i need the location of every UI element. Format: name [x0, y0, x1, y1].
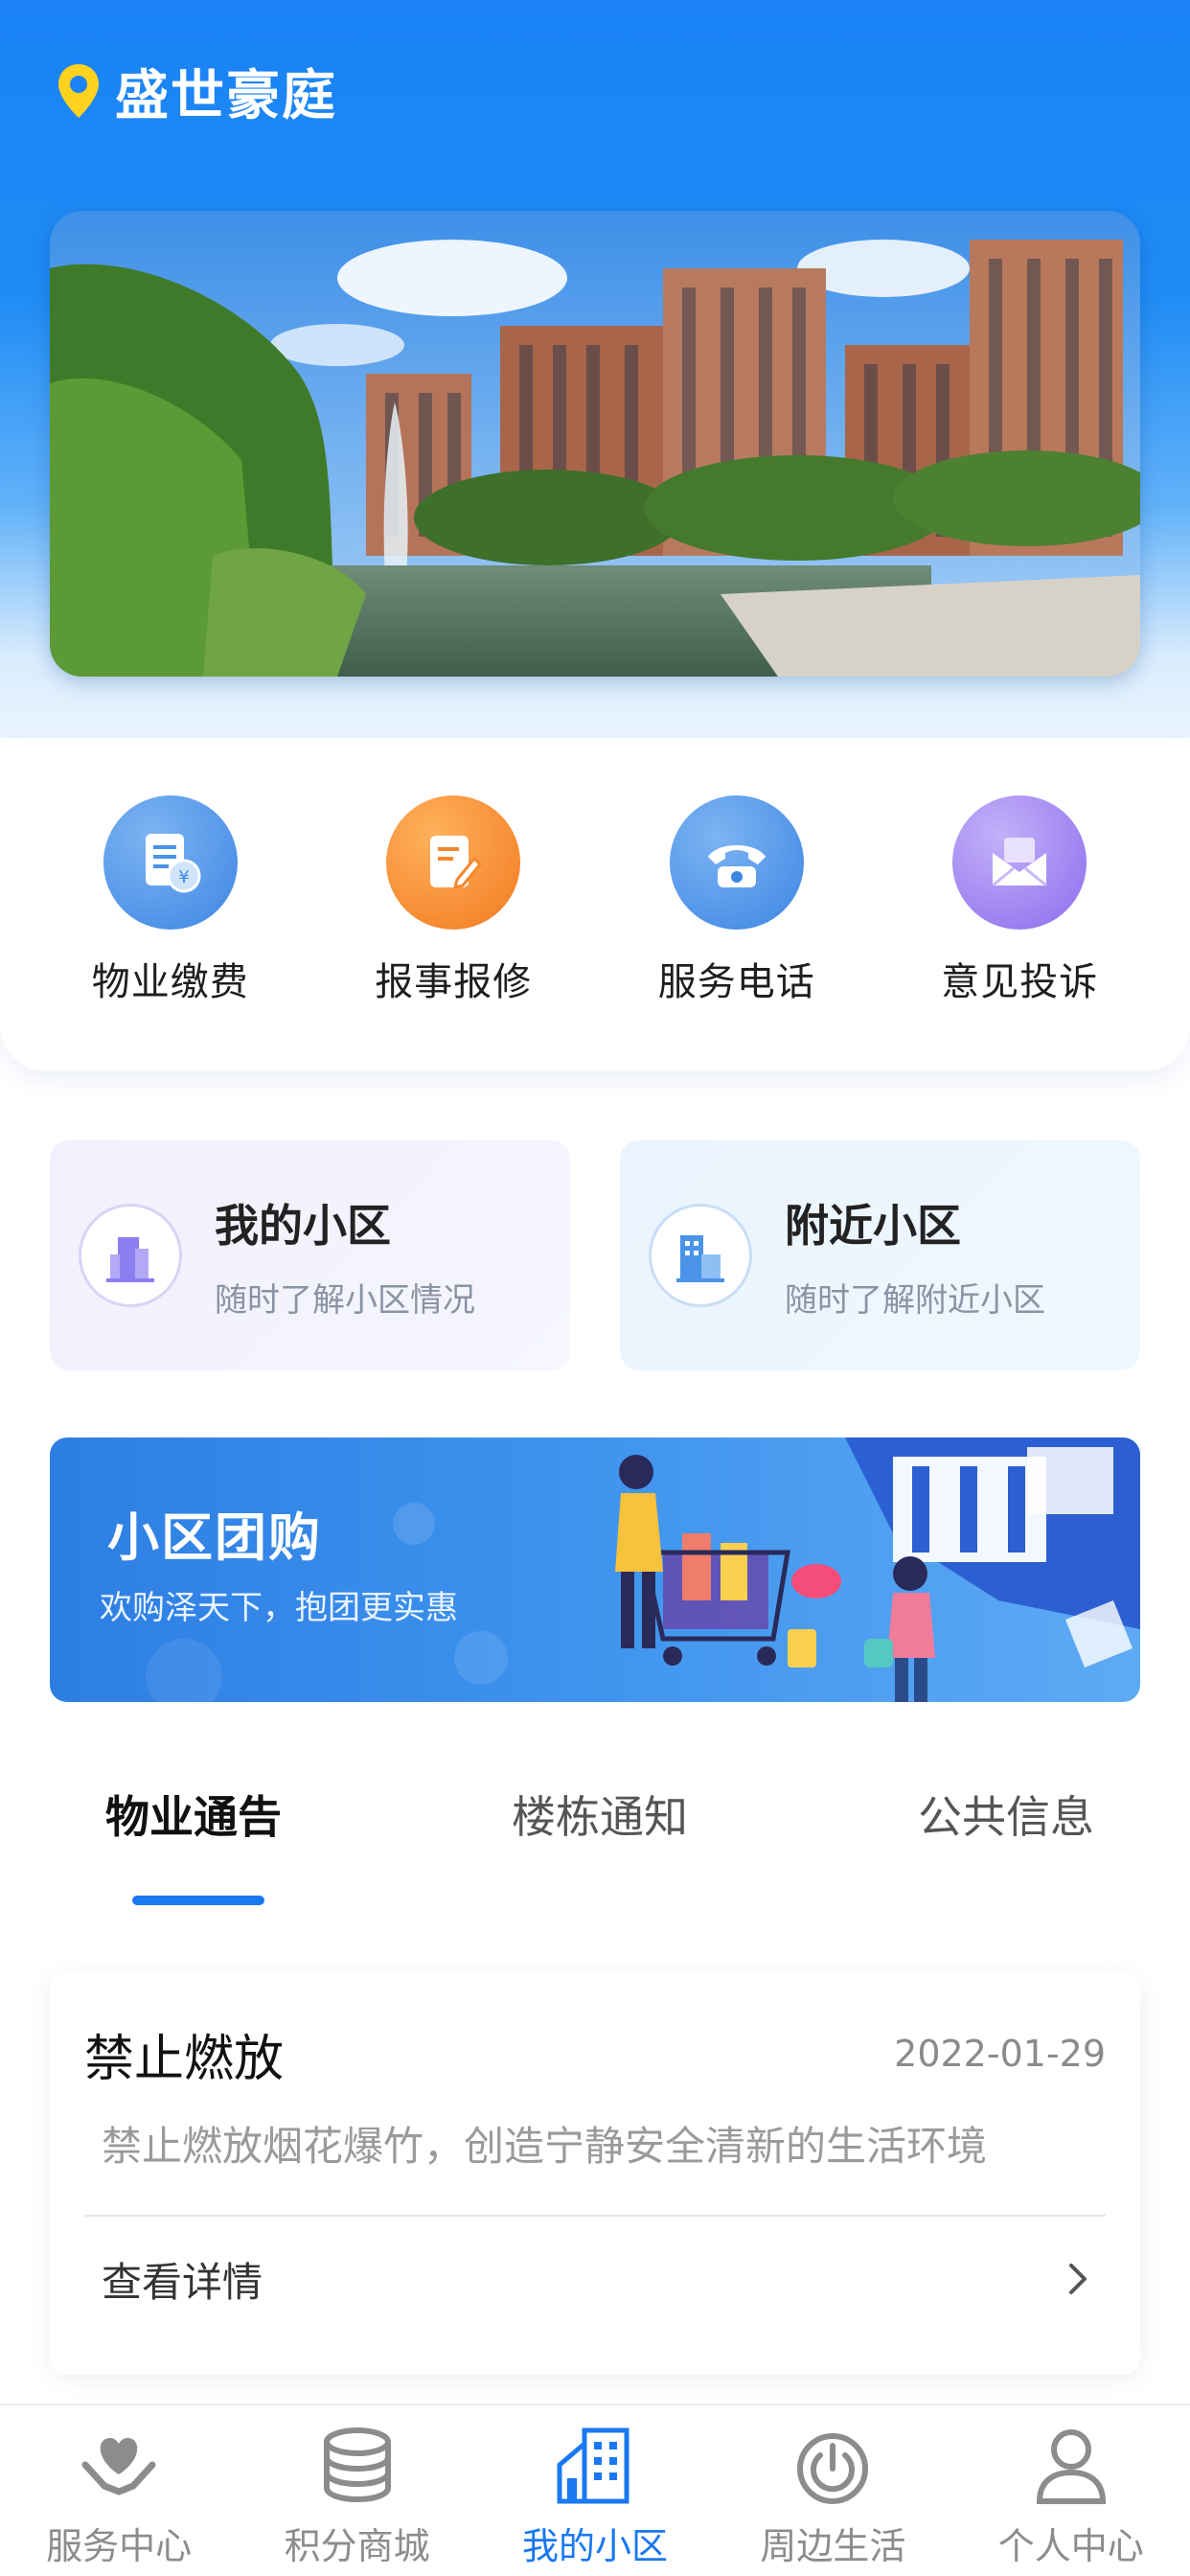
group-buy-subtitle: 欢购泽天下，抱团更实惠 — [100, 1589, 458, 1627]
tabbar-my-community[interactable]: 我的小区 — [476, 2405, 714, 2576]
tabbar-label: 我的小区 — [521, 2525, 668, 2567]
bill-payment-icon: ¥ — [103, 795, 238, 930]
tab-public-info[interactable]: 公共信息 — [918, 1782, 1094, 1888]
tab-label: 物业通告 — [105, 1791, 282, 1843]
quick-action-service-phone[interactable]: 服务电话 — [617, 795, 857, 1071]
heart-hands-icon — [76, 2423, 162, 2509]
card-title: 附近小区 — [785, 1199, 961, 1252]
quick-action-bill-payment[interactable]: ¥ 物业缴费 — [51, 795, 290, 1071]
telephone-icon — [669, 795, 804, 930]
tab-label: 公共信息 — [918, 1791, 1094, 1843]
card-subtitle: 随时了解小区情况 — [215, 1280, 475, 1320]
tabbar-service-center[interactable]: 服务中心 — [0, 2405, 238, 2576]
person-icon — [1028, 2423, 1114, 2509]
tabbar-label: 积分商城 — [284, 2525, 430, 2567]
tab-building-notice[interactable]: 楼栋通知 — [512, 1782, 688, 1888]
view-details-label: 查看详情 — [102, 2258, 263, 2306]
community-photo-banner[interactable] — [50, 211, 1140, 677]
community-photo — [50, 211, 1140, 677]
group-buy-banner[interactable]: 小区团购 欢购泽天下，抱团更实惠 — [50, 1438, 1140, 1702]
power-radar-icon — [790, 2423, 876, 2509]
tab-property-notice[interactable]: 物业通告 — [105, 1782, 282, 1905]
location-pin-icon — [58, 64, 99, 118]
tabbar-personal-center[interactable]: 个人中心 — [952, 2405, 1190, 2576]
quick-action-label: 服务电话 — [657, 960, 815, 1004]
tabbar-points-mall[interactable]: 积分商城 — [239, 2405, 476, 2576]
building-icon — [79, 1204, 182, 1307]
community-name: 盛世豪庭 — [115, 64, 337, 127]
group-buy-title: 小区团购 — [107, 1507, 322, 1568]
community-cards: 我的小区 随时了解小区情况 附近小区 随时了解附近小区 — [50, 1140, 1140, 1370]
house-icon — [552, 2423, 638, 2509]
tabbar-label: 周边生活 — [760, 2525, 906, 2567]
tabbar-nearby-life[interactable]: 周边生活 — [714, 2405, 951, 2576]
notice-date: 2022-01-29 — [894, 2033, 1106, 2075]
notice-header: 禁止燃放 2022-01-29 — [84, 1972, 1106, 2126]
notice-title: 禁止燃放 — [84, 2030, 285, 2088]
coins-stack-icon — [314, 2423, 400, 2509]
quick-action-label: 报事报修 — [375, 960, 533, 1004]
notice-body: 禁止燃放烟花爆竹，创造宁静安全清新的生活环境 — [102, 2123, 988, 2170]
card-subtitle: 随时了解附近小区 — [785, 1280, 1045, 1320]
tabbar-label: 服务中心 — [46, 2525, 193, 2567]
nearby-community-card[interactable]: 附近小区 随时了解附近小区 — [620, 1140, 1140, 1370]
envelope-icon — [952, 795, 1087, 930]
bottom-tab-bar: 服务中心 积分商城 我的小区 周边生活 个人中心 — [0, 2404, 1190, 2576]
repair-report-icon — [386, 795, 521, 930]
notice-card[interactable]: 禁止燃放 2022-01-29 禁止燃放烟花爆竹，创造宁静安全清新的生活环境 查… — [50, 1972, 1140, 2375]
notice-tabs: 物业通告 楼栋通知 公共信息 — [0, 1782, 1190, 1917]
location-header[interactable]: 盛世豪庭 — [56, 58, 337, 127]
card-title: 我的小区 — [215, 1199, 391, 1252]
quick-action-complaint[interactable]: 意见投诉 — [900, 795, 1139, 1071]
my-community-card[interactable]: 我的小区 随时了解小区情况 — [50, 1140, 570, 1370]
quick-action-label: 物业缴费 — [91, 960, 249, 1004]
tab-label: 楼栋通知 — [512, 1791, 688, 1843]
nearby-building-icon — [649, 1204, 752, 1307]
chevron-right-icon — [1069, 2264, 1087, 2294]
svg-text:¥: ¥ — [178, 867, 189, 887]
view-details-link[interactable]: 查看详情 — [84, 2217, 1106, 2341]
tabbar-label: 个人中心 — [997, 2525, 1144, 2567]
active-tab-indicator — [132, 1896, 264, 1905]
quick-actions-panel: ¥ 物业缴费 报事报修 服务电话 意见投诉 — [0, 738, 1190, 1071]
quick-action-repair[interactable]: 报事报修 — [333, 795, 573, 1071]
quick-action-label: 意见投诉 — [941, 960, 1099, 1004]
